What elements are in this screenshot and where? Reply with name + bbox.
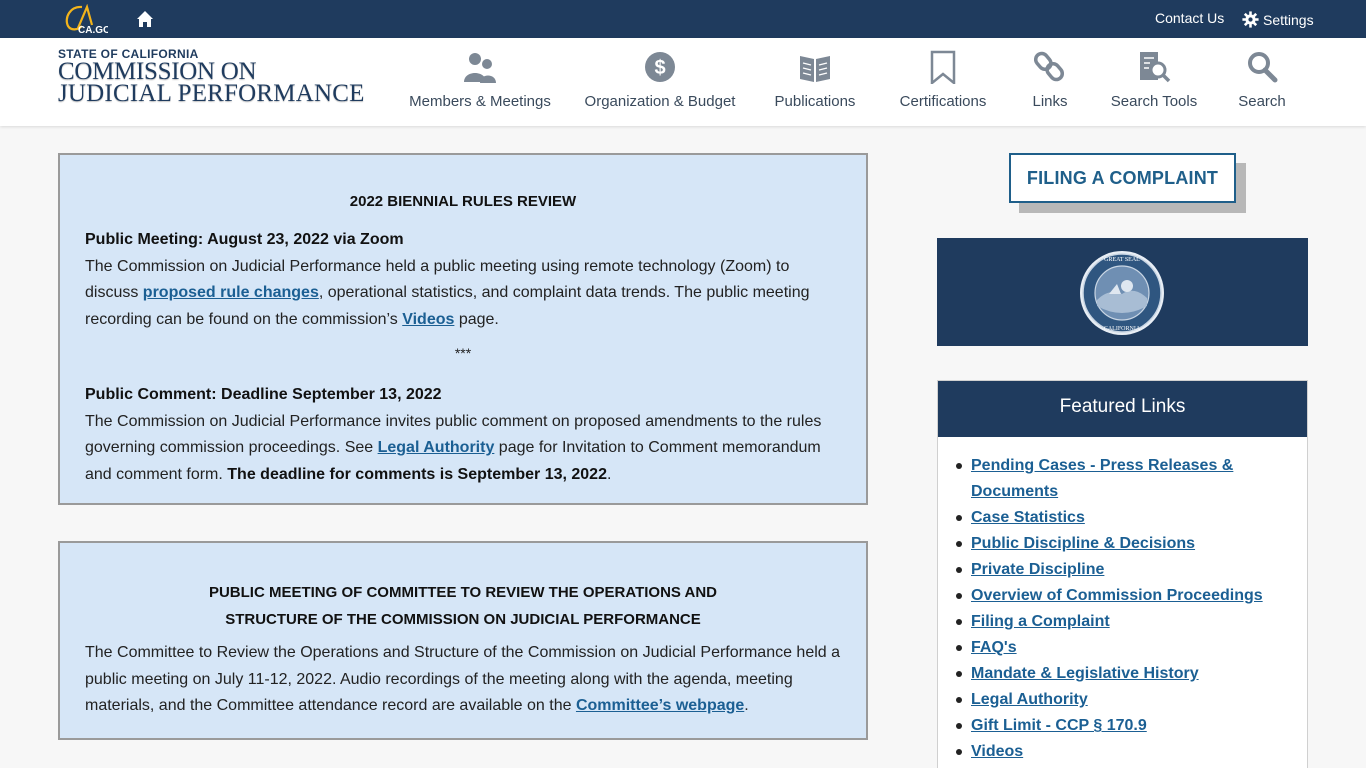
comment-section: Public Comment: Deadline September 13, 2… [85,382,845,488]
featured-link-public-discipline[interactable]: Public Discipline & Decisions [971,535,1195,552]
list-item: Gift Limit - CCP § 170.9 [954,713,1294,739]
featured-link-faqs[interactable]: FAQ's [971,639,1017,656]
site-header: STATE OF CALIFORNIA COMMISSION ON JUDICI… [0,38,1366,126]
featured-link-legal-authority[interactable]: Legal Authority [971,691,1088,708]
gear-icon [1242,11,1259,28]
link-icon [1033,51,1065,82]
list-item: FAQ's [954,635,1294,661]
nav-label: Publications [774,93,856,110]
featured-link-filing-complaint[interactable]: Filing a Complaint [971,613,1110,630]
list-item: Videos [954,739,1294,765]
california-seal-icon: GREAT SEAL CALIFORNIA [1080,251,1164,335]
list-item: Case Statistics [954,505,1294,531]
list-item: Private Discipline [954,557,1294,583]
committee-title-line2: STRUCTURE OF THE COMMISSION ON JUDICIAL … [225,611,701,628]
featured-link-videos[interactable]: Videos [971,743,1023,760]
list-item: Legal Authority [954,687,1294,713]
bookmark-icon [930,50,956,84]
rules-review-title: 2022 BIENNIAL RULES REVIEW [349,193,577,210]
legal-authority-link[interactable]: Legal Authority [378,439,495,456]
featured-link-private-discipline[interactable]: Private Discipline [971,561,1104,578]
dollar-icon: $ [645,52,675,82]
proposed-rule-changes-link[interactable]: proposed rule changes [143,284,319,301]
comment-heading: Public Comment: Deadline September 13, 2… [85,386,442,403]
featured-link-case-statistics[interactable]: Case Statistics [971,509,1085,526]
committee-webpage-link[interactable]: Committee’s webpage [576,697,744,714]
meeting-section: Public Meeting: August 23, 2022 via Zoom… [85,227,845,333]
logo-text: CA.GOV [78,25,108,34]
nav-label: Search [1238,93,1286,110]
ca-gov-logo[interactable]: CA.GOV [62,4,108,34]
nav-label: Organization & Budget [584,93,736,110]
contact-us-link[interactable]: Contact Us [1155,10,1224,26]
meeting-text: page. [454,310,499,328]
list-item: Public Discipline & Decisions [954,531,1294,557]
committee-title: PUBLIC MEETING OF COMMITTEE TO REVIEW TH… [60,579,866,633]
svg-text:$: $ [654,57,665,79]
filing-complaint-button[interactable]: FILING A COMPLAINT [1009,153,1236,203]
settings-button[interactable]: Settings [1242,11,1314,28]
list-item: Mandate & Legislative History [954,661,1294,687]
list-item: Pending Cases - Press Releases & Documen… [954,453,1294,505]
people-icon [464,53,496,83]
committee-meeting-notice: PUBLIC MEETING OF COMMITTEE TO REVIEW TH… [58,541,868,740]
committee-text: The Committee to Review the Operations a… [85,640,845,720]
nav-label: Links [1032,93,1068,110]
svg-text:GREAT SEAL: GREAT SEAL [1104,257,1140,263]
site-logo[interactable]: STATE OF CALIFORNIA COMMISSION ON JUDICI… [58,47,368,107]
separator: *** [454,345,472,361]
featured-links-list: Pending Cases - Press Releases & Documen… [954,453,1294,765]
list-item: Overview of Commission Proceedings [954,583,1294,609]
home-icon[interactable] [136,10,154,28]
rules-review-notice: 2022 BIENNIAL RULES REVIEW Public Meetin… [58,153,868,505]
nav-label: Certifications [899,93,987,110]
committee-body-end: . [744,697,749,714]
meeting-heading: Public Meeting: August 23, 2022 via Zoom [85,231,404,248]
logo-judicial-line: JUDICIAL PERFORMANCE [58,80,365,107]
featured-link-mandate[interactable]: Mandate & Legislative History [971,665,1199,682]
book-icon [800,56,830,82]
committee-title-line1: PUBLIC MEETING OF COMMITTEE TO REVIEW TH… [208,584,718,601]
featured-link-pending-cases[interactable]: Pending Cases - Press Releases & Documen… [971,457,1233,500]
nav-label: Members & Meetings [409,93,551,110]
featured-link-gift-limit[interactable]: Gift Limit - CCP § 170.9 [971,717,1147,734]
search-document-icon [1140,52,1171,83]
videos-link[interactable]: Videos [402,311,454,328]
comment-deadline: The deadline for comments is September 1… [227,465,607,483]
nav-label: Search Tools [1110,93,1198,110]
search-icon [1248,52,1278,83]
featured-links-title: Featured Links [938,381,1307,437]
utility-bar: CA.GOV Contact Us Settings [0,0,1366,38]
comment-text: . [606,465,612,483]
featured-links-panel: Featured Links Pending Cases - Press Rel… [937,380,1308,768]
featured-link-overview[interactable]: Overview of Commission Proceedings [971,587,1263,604]
seal-panel: GREAT SEAL CALIFORNIA [937,238,1308,346]
settings-label: Settings [1263,11,1314,28]
list-item: Filing a Complaint [954,609,1294,635]
svg-text:CALIFORNIA: CALIFORNIA [1104,326,1141,332]
